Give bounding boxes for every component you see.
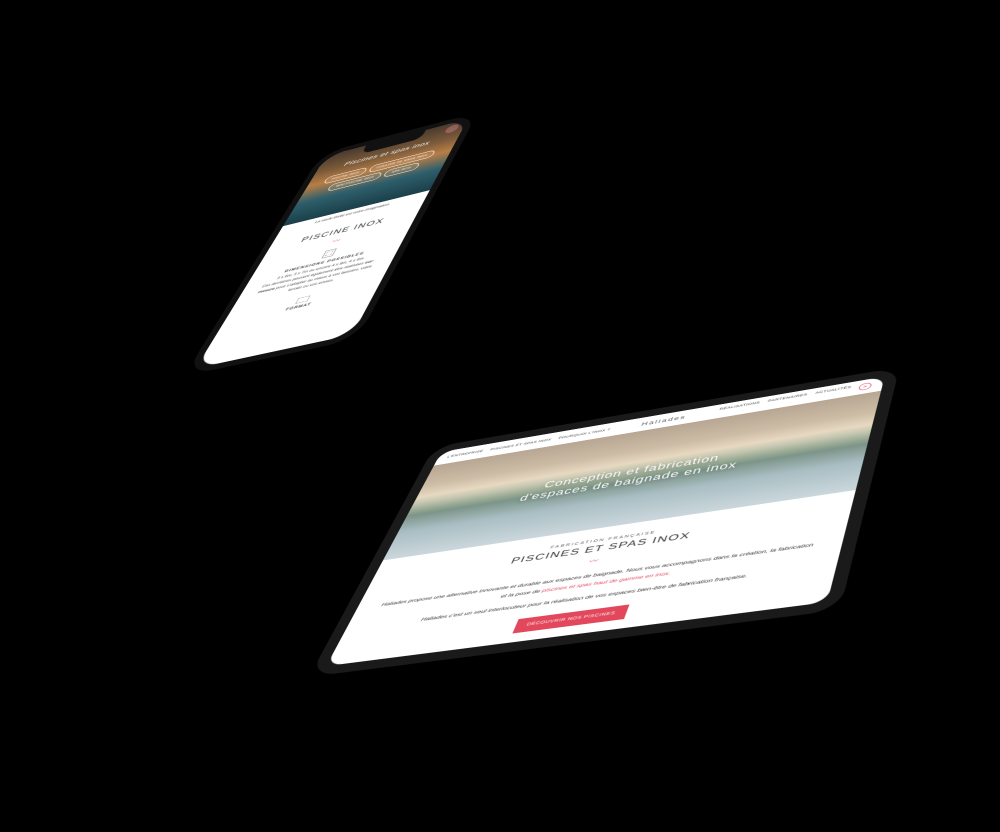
cta-button[interactable]: DÉCOUVRIR NOS PISCINES (512, 605, 630, 634)
tablet-device: L'ENTREPRISE PISCINES ET SPAS INOX POURQ… (499, 435, 1000, 795)
hamburger-icon[interactable] (858, 382, 872, 391)
body-paragraph: 3 x 6m, 3 x 7m ou encore 4 x 8m, 4 x 9m.… (248, 252, 384, 302)
mockup-stage: L'ENTREPRISE PISCINES ET SPAS INOX POURQ… (0, 0, 1000, 714)
dimension-icon (321, 248, 336, 258)
